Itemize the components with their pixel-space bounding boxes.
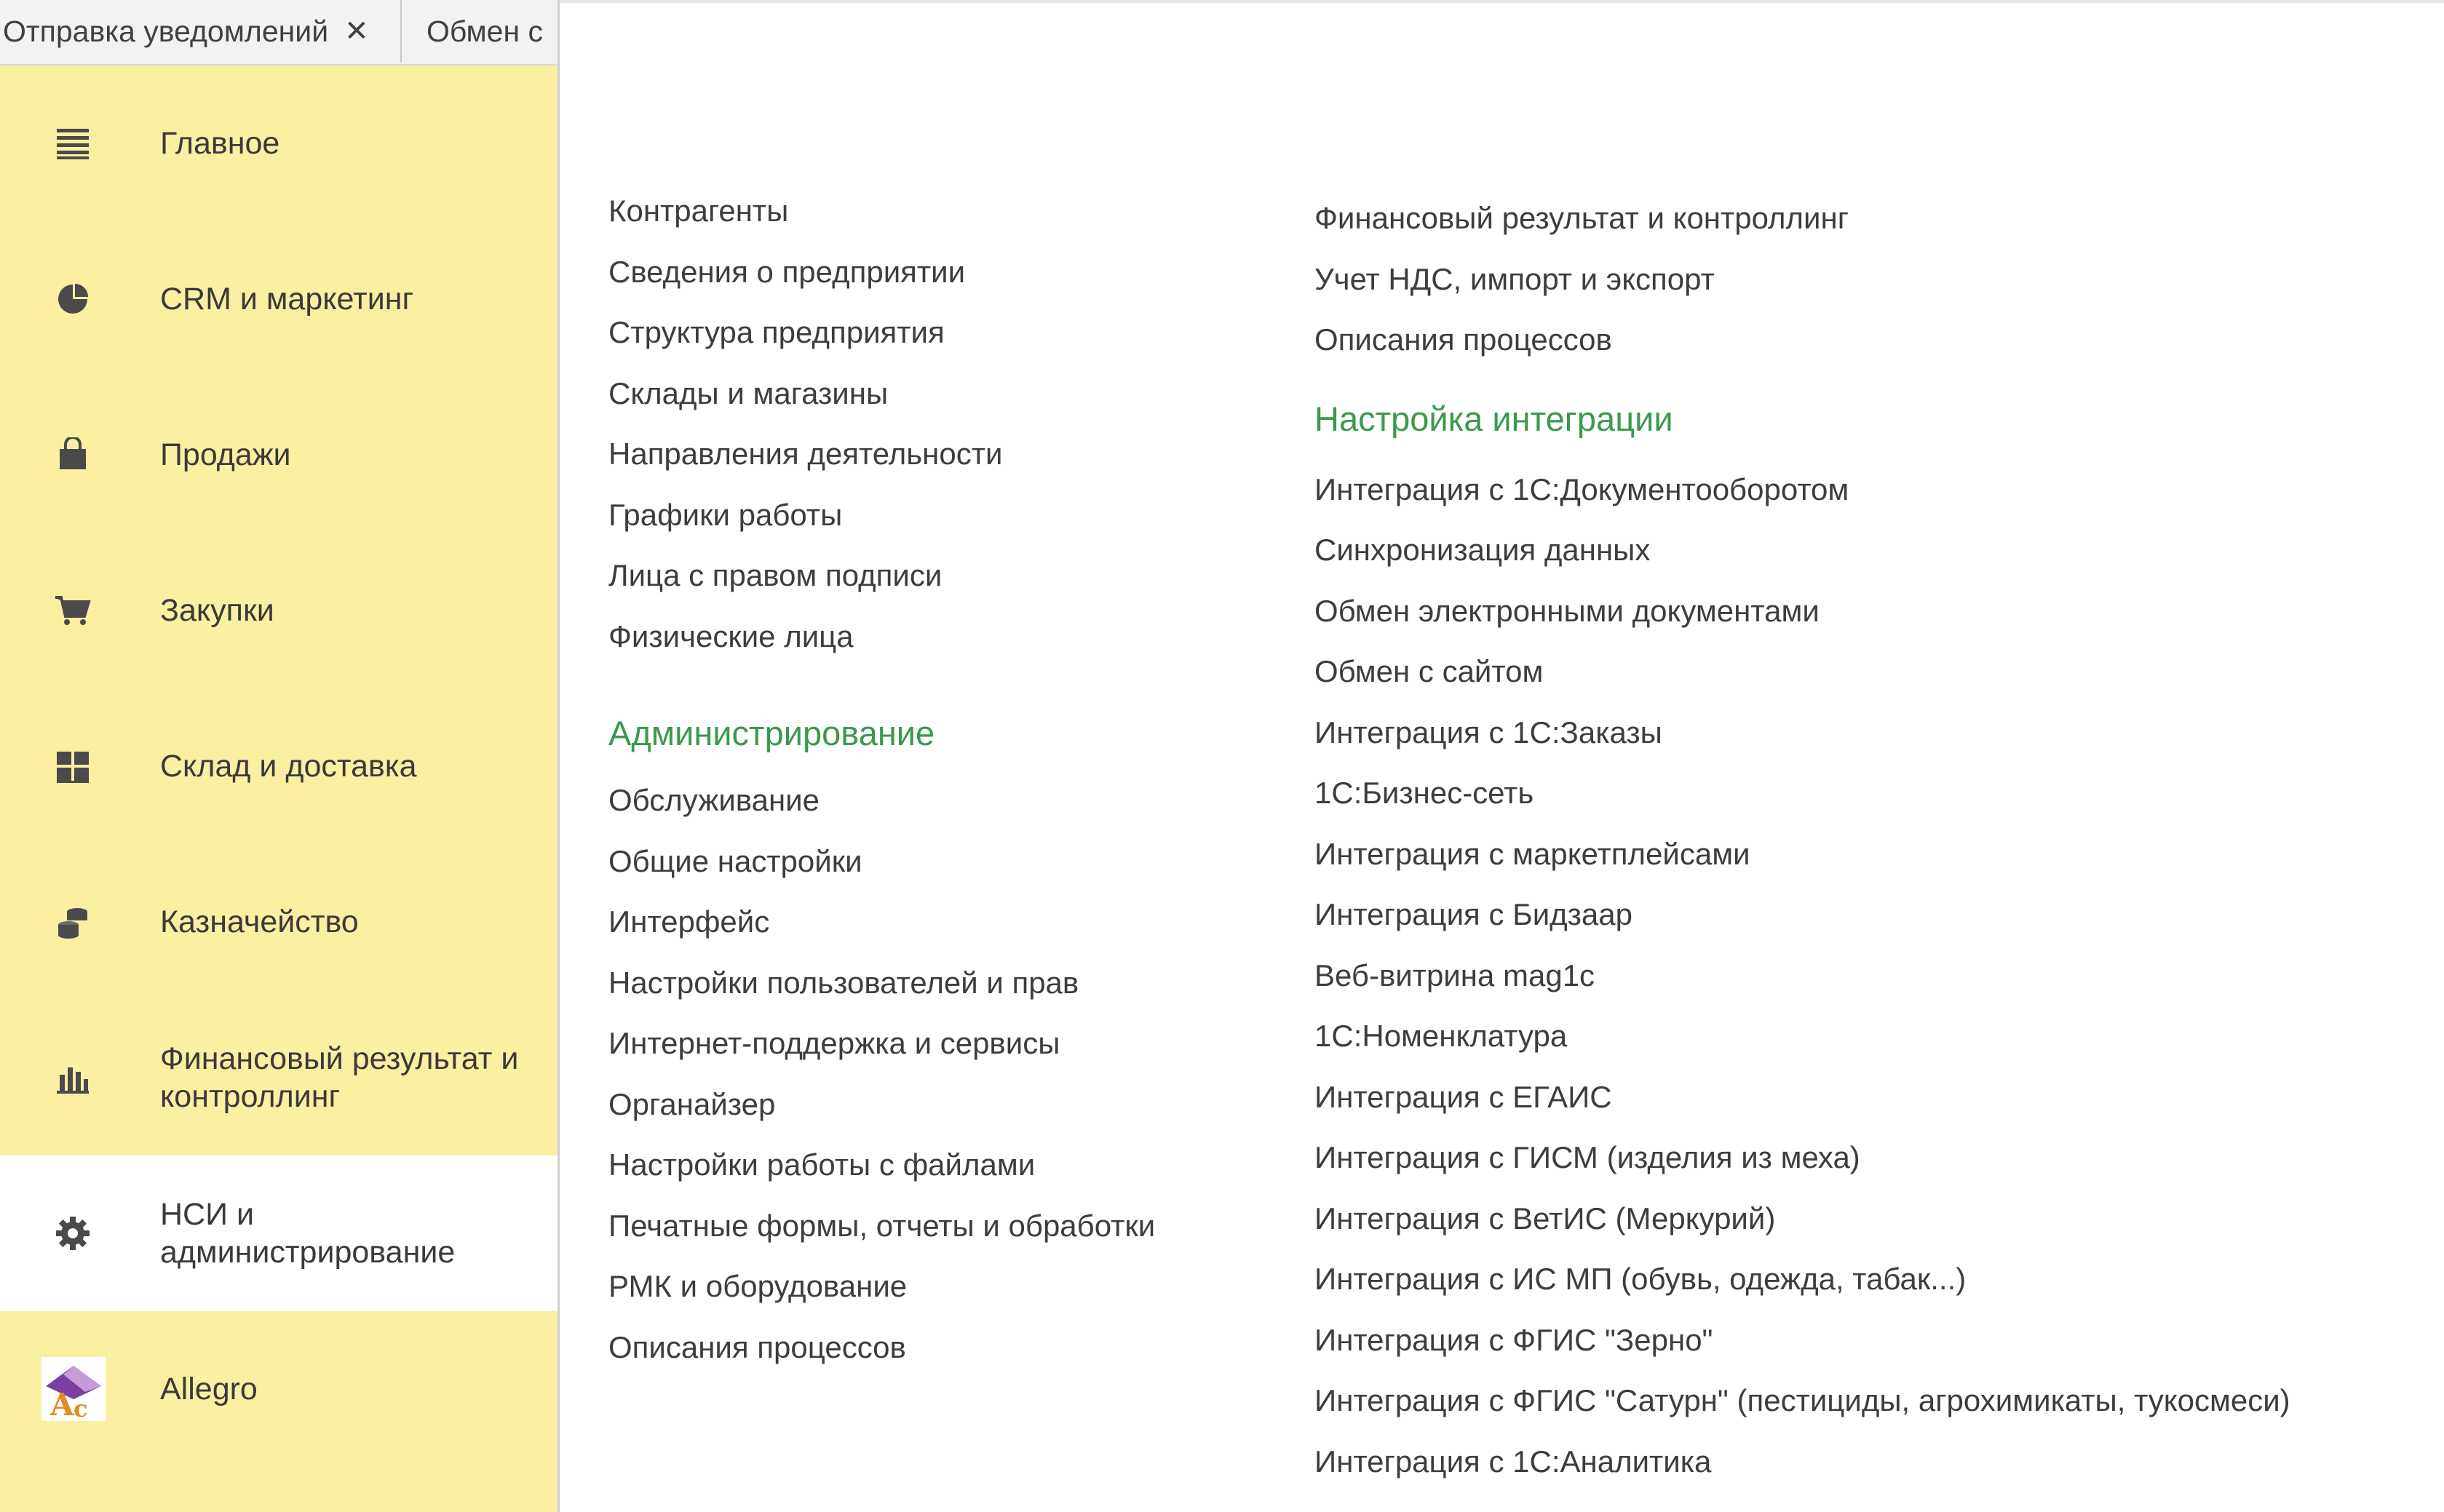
sidebar-item-label: Allegro [160, 1372, 258, 1406]
administration-link[interactable]: Общие настройки [560, 831, 1155, 892]
integration-link[interactable]: Интеграция с ГИСМ (изделия из меха) [1266, 1127, 2290, 1188]
administration-link[interactable]: Настройки работы с файлами [560, 1134, 1155, 1195]
sidebar-item-sales[interactable]: Продажи [0, 377, 558, 533]
integration-link[interactable]: 1С:Номенклатура [1266, 1006, 2290, 1067]
right-column: Финансовый результат и контроллинг Учет Н… [1314, 188, 2290, 1492]
sidebar-item-label: CRM и маркетинг [160, 282, 414, 317]
integration-link[interactable]: Синхронизация данных [1266, 520, 2290, 581]
administration-link[interactable]: Печатные формы, отчеты и обработки [560, 1195, 1155, 1257]
settings-link[interactable]: Описания процессов [1266, 309, 2290, 370]
sidebar-item-treasury[interactable]: Казначейство [0, 844, 558, 1000]
master-data-link[interactable]: Контрагенты [560, 180, 1155, 242]
sidebar-item-label: Закупки [160, 593, 274, 628]
sidebar-item-main[interactable]: Главное [0, 65, 558, 221]
sidebar: Главное CRM и маркетинг Продажи Закупки … [0, 65, 558, 1512]
close-icon[interactable]: ✕ [344, 15, 369, 48]
sidebar-divider [558, 0, 560, 1512]
main-content: Контрагенты Сведения о предприятии Структу… [560, 0, 2444, 1512]
coins-icon [49, 899, 96, 945]
sidebar-item-label: НСИ и администрирование [160, 1197, 456, 1270]
master-data-link[interactable]: Склады и магазины [560, 363, 1155, 424]
integration-link[interactable]: Обмен электронными документами [1266, 581, 2290, 642]
sidebar-item-label: Продажи [160, 437, 291, 472]
integration-link[interactable]: Интеграция с маркетплейсами [1266, 824, 2290, 885]
master-data-link[interactable]: Физические лица [560, 606, 1155, 667]
sidebar-item-purchases[interactable]: Закупки [0, 533, 558, 688]
tab-notifications[interactable]: Отправка уведомлений ✕ [0, 0, 402, 63]
administration-link[interactable]: Настройки пользователей и прав [560, 952, 1155, 1014]
administration-link[interactable]: Интернет-поддержка и сервисы [560, 1013, 1155, 1074]
integration-link[interactable]: Интеграция с 1С:Заказы [1266, 702, 2290, 763]
integration-link[interactable]: Интеграция с Бидзаар [1266, 884, 2290, 945]
sidebar-item-warehouse[interactable]: Склад и доставка [0, 688, 558, 844]
sidebar-item-label: Финансовый результат и контроллинг [160, 1041, 519, 1114]
master-data-link[interactable]: Сведения о предприятии [560, 242, 1155, 303]
left-column: Контрагенты Сведения о предприятии Структу… [608, 180, 1155, 1377]
tab-label: Обмен с [426, 14, 543, 48]
integration-link[interactable]: Интеграция с 1С:Аналитика [1266, 1431, 2290, 1492]
integration-link[interactable]: Интеграция с ФГИС "Зерно" [1266, 1310, 2290, 1371]
settings-link[interactable]: Финансовый результат и контроллинг [1266, 188, 2290, 249]
integration-link[interactable]: Интеграция с ИС МП (обувь, одежда, табак… [1266, 1249, 2290, 1310]
master-data-link[interactable]: Графики работы [560, 485, 1155, 546]
integration-link[interactable]: Интеграция с 1С:Документооборотом [1266, 459, 2290, 520]
master-data-link[interactable]: Лица с правом подписи [560, 545, 1155, 606]
integration-link[interactable]: Интеграция с ФГИС "Сатурн" (пестициды, а… [1266, 1370, 2290, 1431]
svg-text:A: A [49, 1387, 75, 1421]
administration-link[interactable]: РМК и оборудование [560, 1256, 1155, 1317]
integration-link[interactable]: Интеграция с ЕГАИС [1266, 1067, 2290, 1128]
section-title-integration: Настройка интеграции [1314, 399, 1673, 438]
administration-link[interactable]: Интерфейс [560, 891, 1155, 952]
svg-text:c: c [74, 1395, 87, 1421]
sidebar-item-label: Склад и доставка [160, 749, 417, 784]
sidebar-item-allegro[interactable]: Ac Allegro [0, 1311, 558, 1467]
allegro-logo-icon: Ac [41, 1356, 106, 1422]
settings-link[interactable]: Учет НДС, импорт и экспорт [1266, 249, 2290, 310]
gear-icon [49, 1210, 96, 1257]
sidebar-item-label: Казначейство [160, 904, 359, 939]
tab-exchange[interactable]: Обмен с [403, 0, 558, 63]
administration-link[interactable]: Обслуживание [560, 770, 1155, 831]
integration-link[interactable]: 1С:Бизнес-сеть [1266, 763, 2290, 824]
integration-link[interactable]: Обмен с сайтом [1266, 641, 2290, 702]
shopping-bag-icon [49, 431, 96, 478]
master-data-link[interactable]: Структура предприятия [560, 302, 1155, 363]
integration-link[interactable]: Веб-витрина mag1c [1266, 945, 2290, 1006]
tab-bar: Отправка уведомлений ✕ Обмен с [0, 0, 558, 65]
sidebar-item-finance[interactable]: Финансовый результат и контроллинг [0, 1000, 558, 1155]
pie-chart-icon [49, 276, 96, 322]
bar-chart-icon [49, 1054, 96, 1101]
sidebar-item-crm[interactable]: CRM и маркетинг [0, 221, 558, 377]
section-title-administration: Администрирование [608, 714, 935, 752]
menu-lines-icon [49, 120, 96, 167]
warehouse-grid-icon [49, 743, 96, 789]
sidebar-item-admin[interactable]: НСИ и администрирование [0, 1155, 558, 1311]
sidebar-item-label: Главное [160, 126, 280, 161]
administration-link[interactable]: Описания процессов [560, 1317, 1155, 1378]
master-data-link[interactable]: Направления деятельности [560, 423, 1155, 485]
administration-link[interactable]: Органайзер [560, 1074, 1155, 1135]
integration-link[interactable]: Интеграция с ВетИС (Меркурий) [1266, 1188, 2290, 1249]
tab-label: Отправка уведомлений [3, 14, 329, 48]
shopping-cart-icon [49, 587, 96, 634]
